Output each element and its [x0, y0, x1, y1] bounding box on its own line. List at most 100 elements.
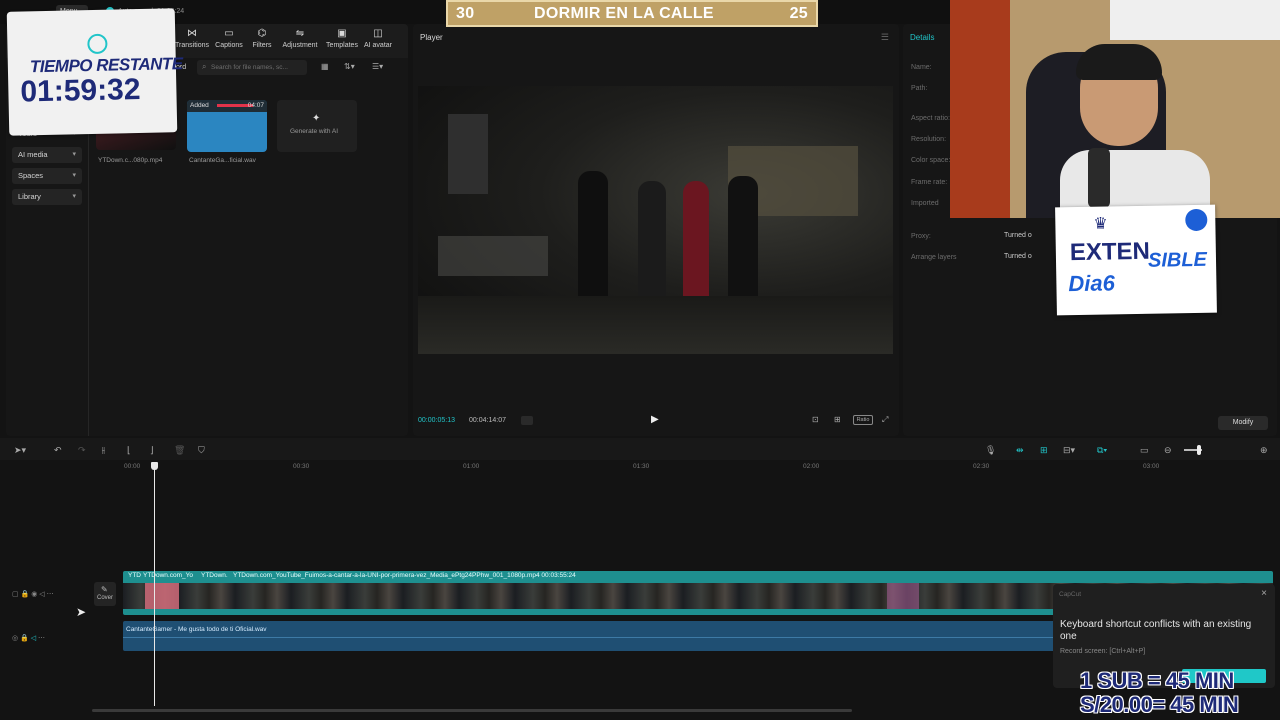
arrange-value[interactable]: Turned o — [1004, 253, 1032, 260]
tool-label: AI avatar — [363, 42, 392, 49]
preview-axis-icon[interactable]: ⊟▾ — [1063, 445, 1075, 456]
speaker-shape — [448, 114, 488, 194]
generate-with-ai-button[interactable]: ✦ Generate with AI — [277, 100, 357, 152]
zoom-slider-handle[interactable] — [1197, 445, 1201, 455]
details-field: Color space: — [911, 157, 951, 164]
cover-label: Cover — [96, 595, 113, 601]
split-icon[interactable]: ⫲ — [102, 445, 105, 456]
generate-label: Generate with AI — [290, 128, 339, 135]
arrange-label: Arrange layers — [911, 254, 957, 261]
sparkle-icon: ✦ — [312, 113, 321, 124]
video-clip-label: YTDown.com_YouTube_Fuimos-a-cantar-a-la-… — [233, 572, 576, 579]
track-audio-controls[interactable]: ◎ 🔒 ◁ ⋯ — [12, 634, 45, 642]
player-menu-icon[interactable]: ☰ — [881, 32, 889, 43]
ruler-tick: 00:00 — [124, 463, 141, 470]
ruler-tick: 01:00 — [463, 463, 480, 470]
cover-button[interactable]: ✎ Cover — [94, 582, 116, 606]
proxy-label: Proxy: — [911, 233, 931, 240]
sticker-line2: Dia6 — [1068, 270, 1116, 297]
toast-message: Keyboard shortcut conflicts with an exis… — [1060, 619, 1252, 642]
mouse-cursor: ➤ — [76, 605, 87, 619]
smiley-icon — [87, 33, 108, 55]
ruler-tick: 01:30 — [633, 463, 650, 470]
marker-icon[interactable]: ⛉ — [198, 445, 205, 456]
microphone-icon[interactable]: 🎙 — [985, 445, 996, 456]
audio-waveform — [123, 637, 1055, 638]
close-icon[interactable]: × — [1261, 588, 1267, 599]
player-current-time: 00:00:05:13 — [418, 417, 455, 424]
details-field: Path: — [911, 85, 928, 92]
audio-clip[interactable]: CantanteGamer - Me gusta todo de ti Ofic… — [123, 621, 1055, 651]
undo-icon[interactable]: ↶ — [54, 445, 62, 456]
playhead-handle[interactable] — [151, 462, 158, 470]
crown-icon: ♛ — [1093, 215, 1108, 233]
magnet-icon[interactable]: ⊞ — [1040, 445, 1048, 456]
banner-left-number: 30 — [456, 5, 475, 22]
play-icon[interactable]: ▶ — [651, 414, 659, 425]
grid-view-icon[interactable]: ▦ — [321, 62, 329, 71]
tool-ai-avatar[interactable]: ◫ AI avatar — [352, 28, 404, 49]
details-field: Name: — [911, 64, 932, 71]
toast-detail: Record screen: [Ctrl+Alt+P] — [1060, 648, 1146, 655]
track-split-icon[interactable]: ⧉▾ — [1097, 445, 1107, 456]
redo-icon[interactable]: ↷ — [78, 445, 86, 456]
webcam-overlay — [950, 0, 1280, 218]
video-clip-label-3: YTDown. — [201, 572, 228, 579]
modify-button[interactable]: Modify — [1218, 416, 1268, 430]
sidebar-item-label: Spaces — [18, 171, 44, 180]
sidebar-item-label: Library — [18, 192, 41, 201]
trim-right-icon[interactable]: ⌋ — [150, 445, 154, 456]
fullscreen-frame-icon[interactable]: ⊡ — [812, 415, 819, 424]
timer-overlay: TIEMPO RESTANTE 01:59:32 — [6, 8, 183, 136]
sub-rate-line: 1 SUB = 45 MIN — [1080, 668, 1234, 693]
timecode-toggle[interactable] — [521, 416, 533, 425]
chevron-down-icon: ▾ — [72, 172, 76, 179]
sidebar-item-ai-media[interactable]: AI media ▾ — [12, 147, 82, 163]
details-title: Details — [910, 33, 935, 42]
hair-shape — [1076, 44, 1162, 80]
playhead[interactable] — [154, 466, 155, 706]
video-preview[interactable] — [418, 86, 893, 354]
filter-icon[interactable]: ☰▾ — [372, 62, 383, 71]
timeline-toolbar — [0, 438, 1280, 460]
challenge-banner: 30 DORMIR EN LA CALLE 25 — [446, 0, 818, 27]
zoom-out-icon[interactable]: ⊖ — [1164, 445, 1172, 456]
toast-app: CapCut — [1059, 591, 1082, 598]
sort-icon[interactable]: ⇅▾ — [344, 62, 355, 71]
wall-shape — [1110, 0, 1280, 40]
keyboard-shape — [438, 236, 548, 276]
link-clips-icon[interactable]: ⇹ — [1016, 445, 1024, 456]
sidebar-item-label: AI media — [18, 150, 48, 159]
search-placeholder: Search for file names, sc... — [211, 64, 288, 71]
track-video-controls[interactable]: ▢ 🔒 ◉ ◁ ⋯ — [12, 590, 54, 598]
chevron-down-icon: ▾ — [72, 193, 76, 200]
search-input[interactable]: ⌕ Search for file names, sc... — [197, 60, 307, 75]
added-badge: Added — [190, 102, 209, 109]
delete-icon[interactable]: 🗑 — [174, 445, 185, 456]
audio-clip-label: CantanteGamer - Me gusta todo de ti Ofic… — [126, 626, 267, 633]
select-tool-icon[interactable]: ➤▾ — [14, 445, 26, 456]
details-field: Resolution: — [911, 136, 947, 143]
trim-left-icon[interactable]: ⌊ — [127, 445, 131, 456]
pin-icon — [1185, 208, 1208, 232]
media-duration: 04:07 — [247, 102, 264, 109]
extensible-sticker: ♛ EXTEN SIBLE Dia6 — [1055, 204, 1217, 316]
details-field: Frame rate: — [911, 179, 948, 186]
sidebar-item-library[interactable]: Library ▾ — [12, 189, 82, 205]
ratio-button[interactable]: Ratio — [853, 415, 873, 425]
proxy-value[interactable]: Turned o — [1004, 232, 1032, 239]
ai-avatar-icon: ◫ — [373, 28, 383, 39]
ruler-tick: 02:30 — [973, 463, 990, 470]
timeline-scrollbar[interactable] — [92, 709, 852, 712]
snapshot-icon[interactable]: ⊞ — [834, 415, 841, 424]
ruler-tick: 00:30 — [293, 463, 310, 470]
sidebar-item-spaces[interactable]: Spaces ▾ — [12, 168, 82, 184]
sticker-line1: EXTEN — [1069, 237, 1151, 267]
filmstrip-highlight — [145, 583, 179, 609]
caption-icon[interactable]: ▭ — [1140, 445, 1149, 456]
expand-icon[interactable]: ⤢ — [882, 415, 888, 425]
zoom-fit-icon[interactable]: ⊕ — [1260, 445, 1268, 456]
donation-rate-line: S/20.00= 45 MIN — [1080, 692, 1239, 717]
media-thumb-audio[interactable]: Added 04:07 — [187, 100, 267, 152]
video-clip-label-2: YTDown.com_Yo — [143, 572, 193, 579]
